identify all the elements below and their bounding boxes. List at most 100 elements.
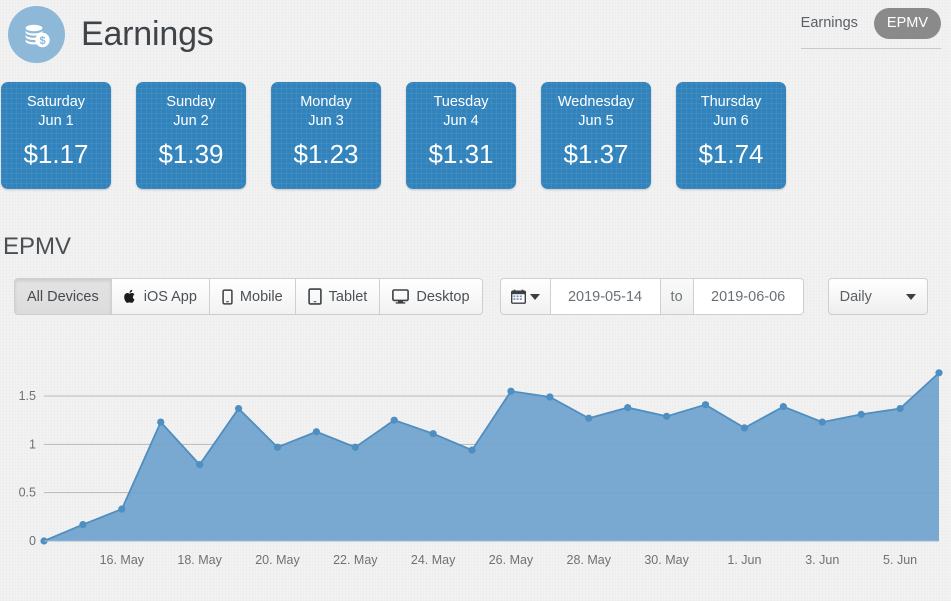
device-button-mobile[interactable]: Mobile [209,278,296,315]
calendar-icon [510,289,526,304]
series-point[interactable] [79,520,87,529]
series-point[interactable] [624,404,632,412]
day-card-amount: $1.31 [428,139,494,169]
device-button-label: iOS App [143,288,197,305]
series-point[interactable] [157,418,165,426]
day-card-date: Jun 2 [173,113,209,129]
brand: $ Earnings [8,6,214,63]
day-card[interactable]: Monday Jun 3 $1.23 [271,82,381,189]
day-card-amount: $1.37 [563,139,629,169]
y-axis-tick-label: 1.5 [19,389,36,403]
x-axis-tick-label: 24. May [411,553,456,567]
x-axis-tick-label: 3. Jun [805,553,839,567]
monitor-icon [392,289,410,304]
apple-icon [123,289,137,304]
y-axis-tick-label: 0 [29,534,36,548]
tablet-icon [307,288,322,305]
day-card-weekday: Wednesday [557,94,635,110]
day-card-weekday: Saturday [26,94,86,110]
x-axis-tick-label: 22. May [333,553,378,567]
series-point[interactable] [935,369,943,377]
nav-link-epmv[interactable]: EPMV [873,8,941,39]
x-axis-tick-label: 18. May [177,553,222,567]
series-point[interactable] [701,401,710,409]
device-button-label: Mobile [239,288,283,305]
controls-bar: All Devices iOS App Mobile Tablet Deskto… [0,278,951,315]
series-point[interactable] [740,424,749,432]
series-point[interactable] [351,443,359,451]
series-point[interactable] [507,387,515,395]
interval-select[interactable]: Daily [827,278,928,315]
day-card-amount: $1.74 [698,139,764,169]
x-axis-tick-label: 5. Jun [883,553,917,567]
device-button-label: Tablet [328,288,368,305]
day-card-weekday: Monday [300,94,352,110]
series-point[interactable] [663,412,671,420]
nav-link-earnings[interactable]: Earnings [791,9,868,38]
caret-down-icon [905,293,916,300]
x-axis-tick-label: 30. May [644,553,689,567]
y-axis-tick-label: 1 [29,437,36,451]
day-card-date: Jun 4 [443,113,479,129]
series-point[interactable] [429,430,437,438]
device-button-desktop[interactable]: Desktop [380,278,483,315]
day-card-date: Jun 5 [578,113,614,129]
series-point[interactable] [196,461,204,469]
series-point[interactable] [857,410,865,418]
y-axis-tick-label: 0.5 [19,486,36,500]
date-range-picker: 2019-05-14 to 2019-06-06 [499,278,804,315]
series-point[interactable] [273,443,282,451]
day-card-amount: $1.23 [293,139,359,169]
coins-dollar-icon: $ [8,6,65,63]
x-axis-tick-label: 1. Jun [727,553,761,567]
day-card-weekday: Sunday [166,94,216,110]
series-area [44,372,939,541]
series-point[interactable] [779,403,787,411]
page-header: $ Earnings Earnings EPMV [0,0,951,72]
x-axis-tick-label: 28. May [567,553,612,567]
phone-icon [222,288,233,305]
device-button-label: All Devices [27,288,99,305]
day-card-date: Jun 3 [308,113,344,129]
day-card[interactable]: Sunday Jun 2 $1.39 [136,82,246,189]
x-axis-tick-label: 20. May [255,553,300,567]
day-card-weekday: Thursday [700,94,762,110]
device-button-ios-app[interactable]: iOS App [111,278,210,315]
series-point[interactable] [818,418,826,426]
series-point[interactable] [312,428,320,436]
page-title: Earnings [81,15,214,53]
svg-text:$: $ [39,35,45,47]
day-card-date: Jun 6 [713,113,749,129]
section-title-epmv: EPMV [3,233,72,260]
x-axis-tick-label: 26. May [489,553,534,567]
calendar-picker-button[interactable] [499,278,551,315]
series-point[interactable] [390,416,398,424]
date-start-input[interactable]: 2019-05-14 [550,278,661,315]
day-card-date: Jun 1 [38,113,74,129]
chart-canvas[interactable]: 0 0.5 1 1.5 16. May 18. May 20. May 22. May 24. … [0,343,951,578]
day-card[interactable]: Thursday Jun 6 $1.74 [676,82,786,189]
device-button-tablet[interactable]: Tablet [295,278,381,315]
device-filter-group: All Devices iOS App Mobile Tablet Deskto… [14,278,483,315]
caret-down-icon [529,293,540,300]
day-card-amount: $1.17 [23,139,89,169]
series-point[interactable] [585,414,593,422]
series-point[interactable] [234,404,243,413]
day-cards-row: Saturday Jun 1 $1.17 Sunday Jun 2 $1.39 … [0,82,951,189]
day-card[interactable]: Wednesday Jun 5 $1.37 [541,82,651,189]
epmv-area-chart: 0 0.5 1 1.5 16. May 18. May 20. May 22. May 24. … [0,343,951,578]
day-card[interactable]: Saturday Jun 1 $1.17 [1,82,111,189]
device-button-all-devices[interactable]: All Devices [14,278,112,315]
x-axis-tick-label: 16. May [100,553,145,567]
series-point[interactable] [896,404,904,413]
series-point[interactable] [546,393,554,401]
date-end-input[interactable]: 2019-06-06 [693,278,804,315]
series-point[interactable] [118,505,126,513]
interval-select-value: Daily [839,288,872,305]
view-toggle-nav: Earnings EPMV [801,8,941,49]
date-range-separator: to [660,278,694,315]
device-button-label: Desktop [416,288,470,305]
day-card[interactable]: Tuesday Jun 4 $1.31 [406,82,516,189]
series-point[interactable] [468,446,476,454]
day-card-amount: $1.39 [158,139,224,169]
